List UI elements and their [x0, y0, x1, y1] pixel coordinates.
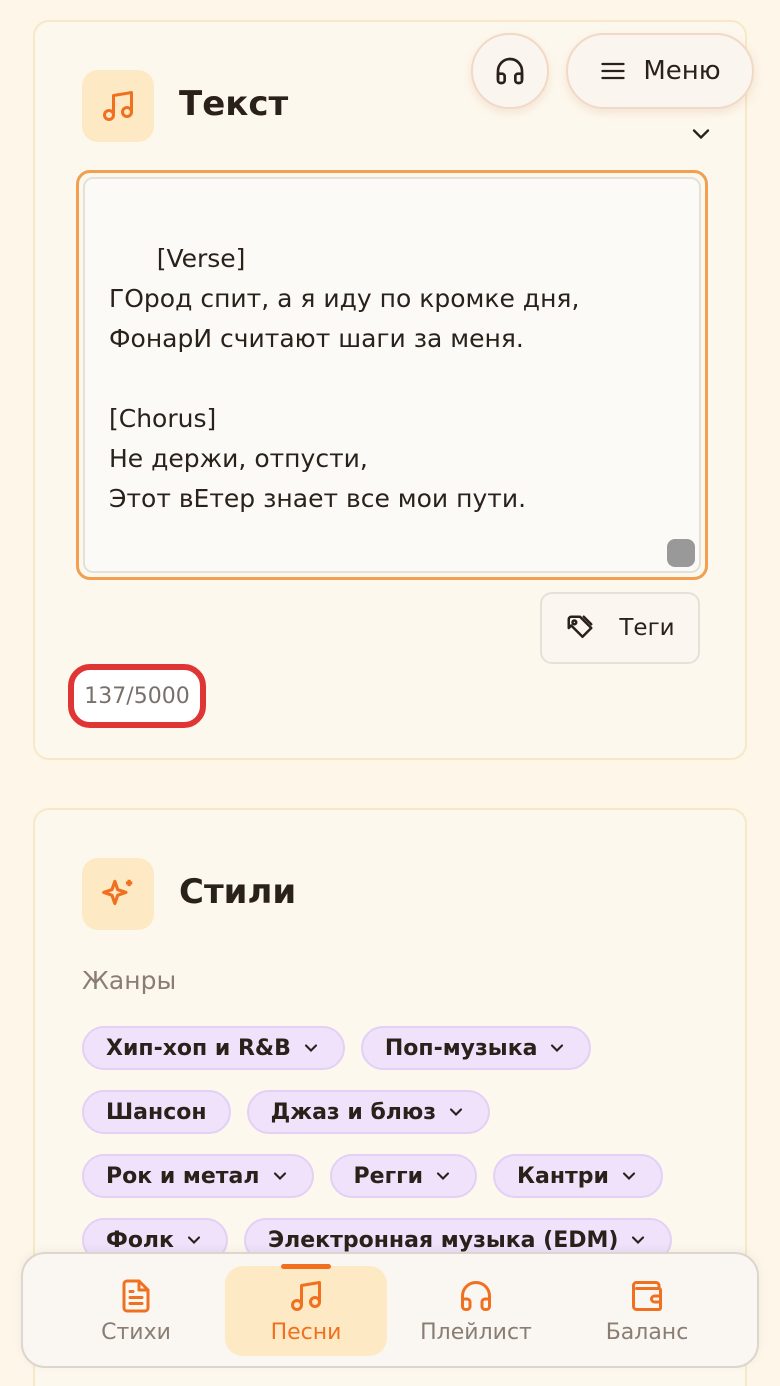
genre-chip[interactable]: Шансон: [82, 1090, 231, 1134]
chevron-down-icon: [187, 1236, 201, 1244]
music-note-icon: [291, 1280, 321, 1311]
nav-item-songs[interactable]: Песни: [225, 1264, 387, 1356]
genre-chip-label: Джаз и блюз: [270, 1099, 437, 1125]
genre-chip-row: Рок и метал Регги Кантри: [82, 1154, 722, 1198]
lyrics-textarea-wrapper: [Verse] ГОрод спит, а я иду по кромке дн…: [76, 170, 708, 580]
genre-chip[interactable]: Джаз и блюз: [246, 1090, 491, 1134]
genre-chip[interactable]: Регги: [329, 1154, 477, 1198]
headphones-icon: [496, 57, 524, 85]
lyrics-card: Текст [Verse] ГОрод спит, а я иду по кро…: [33, 20, 747, 760]
collapse-chevron-icon[interactable]: [687, 120, 715, 140]
nav-item-poems[interactable]: Стихи: [55, 1266, 217, 1356]
tags-icon: [567, 615, 593, 638]
genre-chip-label: Рок и метал: [106, 1163, 260, 1189]
styles-card-icon-badge: [82, 858, 154, 930]
bottom-navigation: Стихи Песни Плейлист Баланс: [21, 1252, 759, 1368]
genre-chip-label: Фолк: [106, 1227, 174, 1253]
genre-chip-label: Регги: [353, 1163, 423, 1189]
genre-chip-row: Шансон Джаз и блюз: [82, 1090, 722, 1134]
active-indicator: [281, 1264, 331, 1269]
sparkles-icon: [102, 879, 133, 906]
music-note-icon: [103, 91, 133, 121]
lyrics-text: [Verse] ГОрод спит, а я иду по кромке дн…: [109, 244, 580, 513]
nav-item-label: Баланс: [605, 1319, 689, 1345]
resize-handle[interactable]: [667, 539, 695, 567]
headphones-icon: [461, 1280, 491, 1311]
nav-item-label: Плейлист: [420, 1319, 532, 1345]
nav-item-label: Песни: [270, 1319, 342, 1345]
nav-item-balance[interactable]: Баланс: [566, 1266, 728, 1356]
genre-chip[interactable]: Хип-хоп и R&B: [82, 1026, 345, 1070]
hamburger-icon: [601, 62, 625, 80]
genre-chip-label: Электронная музыка (EDM): [267, 1227, 619, 1253]
genre-chip-row: Хип-хоп и R&B Поп-музыка: [82, 1026, 722, 1070]
wallet-icon: [632, 1280, 662, 1311]
menu-button-label: Меню: [643, 56, 721, 86]
menu-button[interactable]: Меню: [566, 33, 754, 109]
listen-button[interactable]: [471, 33, 549, 109]
genre-chip-label: Поп-музыка: [384, 1035, 538, 1061]
chevron-down-icon: [450, 1108, 463, 1116]
genre-chip-label: Кантри: [516, 1163, 609, 1189]
genre-chip[interactable]: Поп-музыка: [360, 1026, 592, 1070]
genre-chip-label: Хип-хоп и R&B: [106, 1035, 291, 1061]
genres-label: Жанры: [82, 966, 177, 995]
tags-button[interactable]: Теги: [540, 592, 700, 664]
chevron-down-icon: [304, 1044, 317, 1052]
document-icon: [122, 1279, 150, 1312]
chevron-down-icon: [551, 1044, 564, 1052]
genre-chips: Хип-хоп и R&B Поп-музыка Шансон Джаз и блюз…: [82, 1026, 722, 1282]
lyrics-card-title: Текст: [179, 84, 289, 124]
genre-chip[interactable]: Кантри: [492, 1154, 663, 1198]
lyrics-card-icon-badge: [82, 70, 154, 142]
nav-item-playlist[interactable]: Плейлист: [395, 1266, 557, 1356]
char-counter: 137/5000: [68, 664, 206, 728]
lyrics-textarea[interactable]: [Verse] ГОрод спит, а я иду по кромке дн…: [83, 177, 701, 573]
chevron-down-icon: [632, 1236, 645, 1244]
chevron-down-icon: [436, 1172, 450, 1180]
genre-chip[interactable]: Рок и метал: [82, 1154, 314, 1198]
styles-card-title: Стили: [179, 872, 297, 912]
tags-button-label: Теги: [619, 615, 675, 641]
nav-item-label: Стихи: [101, 1319, 171, 1345]
genre-chip-label: Шансон: [106, 1099, 207, 1125]
chevron-down-icon: [622, 1172, 635, 1180]
chevron-down-icon: [273, 1172, 286, 1180]
